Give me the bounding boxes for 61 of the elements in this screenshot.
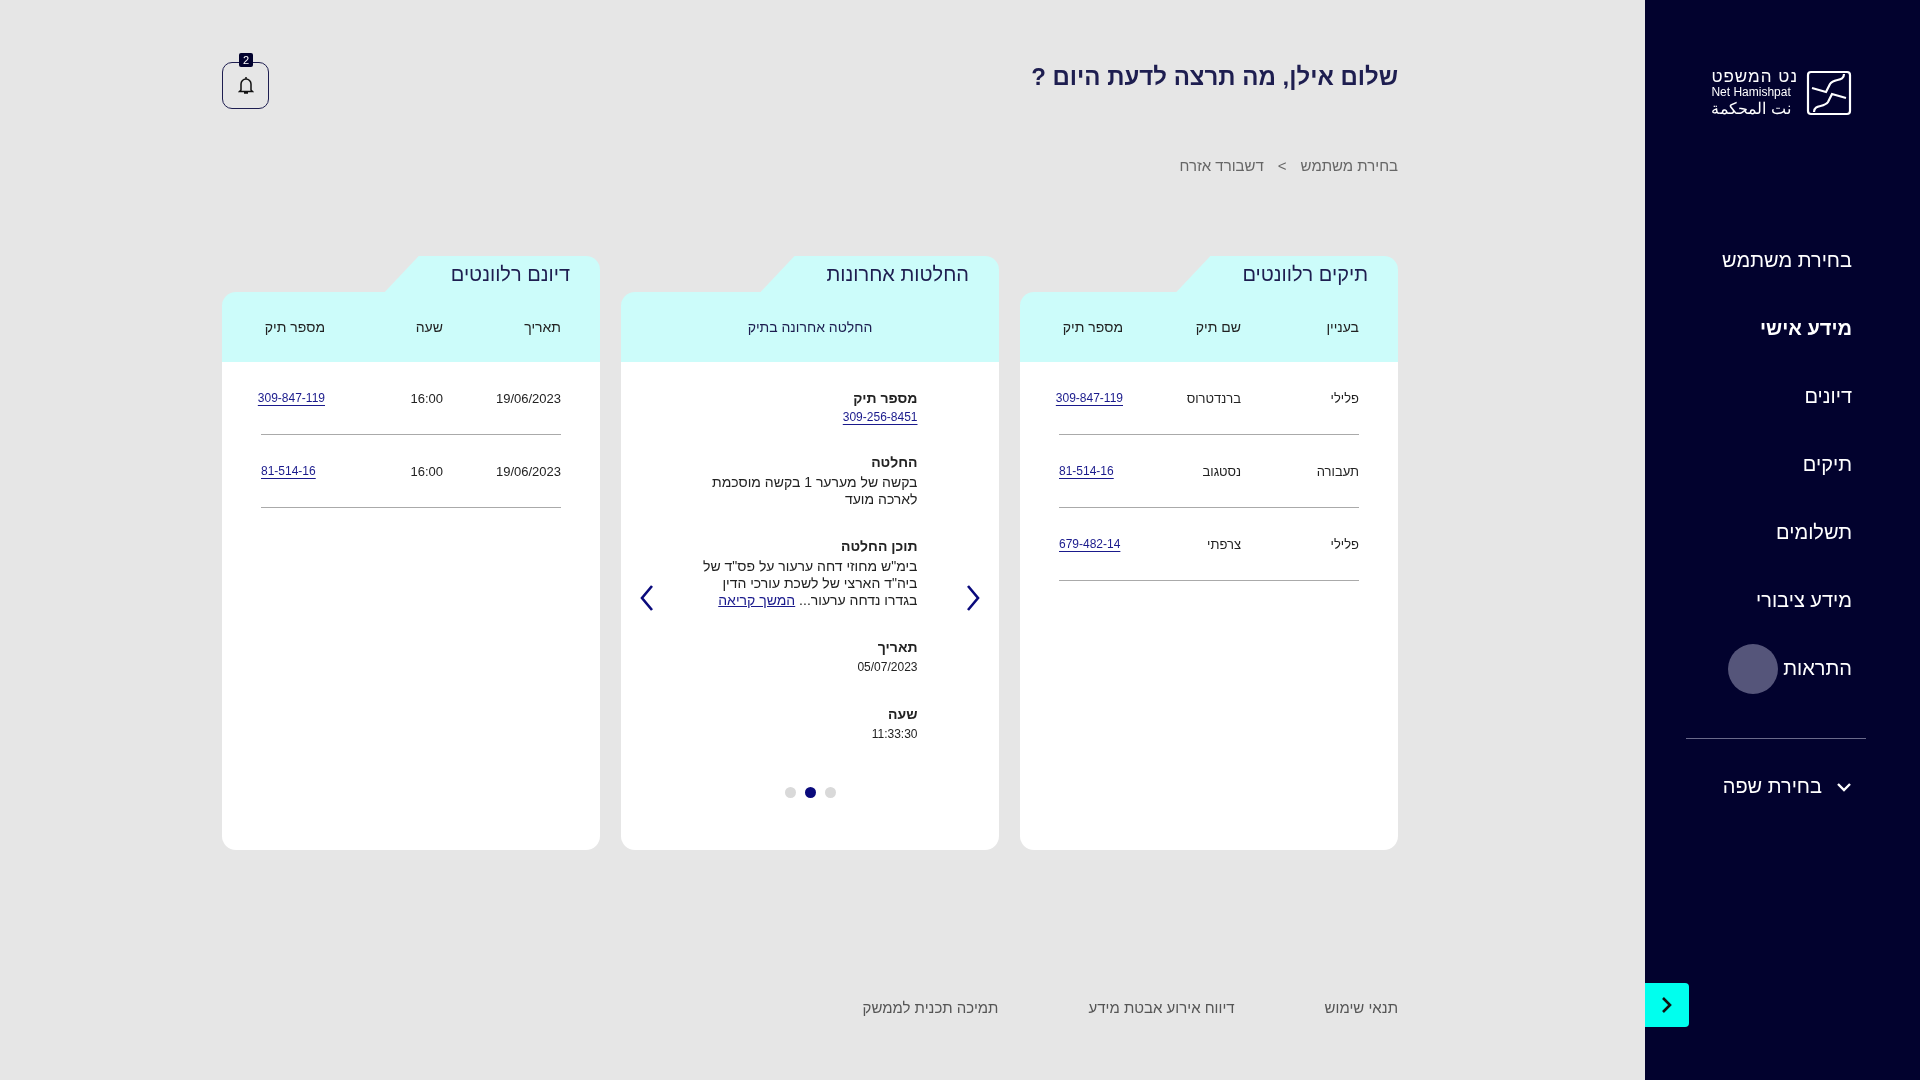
nav-item[interactable]: תיקים — [1802, 450, 1852, 478]
case-number-link[interactable]: 309-847-119 — [257, 391, 325, 405]
nav-item[interactable]: דיונים — [1804, 382, 1852, 410]
breadcrumb-link[interactable]: דשבורד אזרח — [1179, 157, 1264, 174]
chevron-down-icon — [1836, 781, 1852, 792]
field-label: תאריך — [877, 639, 918, 655]
table-cell: פלילי — [1330, 536, 1359, 552]
chevron-right-icon — [1661, 996, 1673, 1014]
field-value: בקשה של מערער 1 בקשה מוסכמת לארכה מועד — [711, 474, 918, 508]
nav-item[interactable]: בחירת משתמש — [1722, 246, 1852, 274]
table-cell: 19/06/2023 — [495, 463, 561, 479]
field-label: תוכן החלטה — [841, 538, 918, 554]
page-title: שלום אילן, מה תרצה לדעת היום ? — [1031, 63, 1398, 91]
case-number-link[interactable]: 81-514-16 — [261, 464, 316, 478]
bell-icon — [237, 76, 254, 95]
card-title: החלטות אחרונות — [760, 256, 999, 292]
footer-link[interactable]: תנאי שימוש — [1324, 999, 1398, 1016]
logo-icon — [1806, 70, 1852, 116]
column-header: בעניין — [1326, 319, 1359, 335]
table-cell: צרפתי — [1207, 536, 1241, 552]
case-number-link[interactable]: 309-847-119 — [1055, 391, 1123, 405]
sidebar-toggle-button[interactable] — [1645, 983, 1689, 1027]
table-cell: תעבורה — [1316, 463, 1359, 479]
card-title: תיקים רלוונטים — [1176, 256, 1398, 292]
case-number-link[interactable]: 81-514-16 — [1059, 464, 1114, 478]
column-header: שם תיק — [1195, 319, 1241, 335]
table-cell: נסטגוב — [1202, 463, 1241, 479]
carousel-dot[interactable] — [804, 787, 816, 798]
read-more-link[interactable]: המשך קריאה — [718, 592, 796, 608]
field-label: שעה — [888, 706, 918, 722]
footer-link[interactable]: דיווח אירוע אבטת מידע — [1088, 999, 1235, 1016]
footer-link[interactable]: תמיכה תכנית לממשק — [862, 999, 999, 1016]
card-subtitle: החלטה אחרונה בתיק — [747, 319, 873, 335]
nav-item[interactable]: התראות — [1783, 654, 1852, 682]
breadcrumb-separator: > — [1277, 157, 1287, 174]
card-title: דיונם רלוונטים — [384, 256, 600, 292]
case-number-link[interactable]: 309-256-8451 — [842, 410, 918, 424]
column-header: שעה — [415, 319, 443, 335]
nav-item[interactable]: תשלומים — [1776, 518, 1852, 546]
column-header: מספר תיק — [264, 319, 325, 335]
field-label: החלטה — [871, 454, 918, 470]
table-cell: ברנדטרוס — [1186, 390, 1241, 406]
table-cell: פלילי — [1330, 390, 1359, 406]
field-value: 11:33:30 — [871, 726, 918, 743]
field-value: בימ"ש מחוזי דחה ערעור על פס"ד של ביה"ד הארצי של לשכת עורכי הדין בגדרו נדחה ערעור... המשך קריאה — [702, 558, 918, 609]
table-cell: 16:00 — [410, 390, 443, 406]
pointer-circle — [1728, 644, 1778, 694]
column-header: מספר תיק — [1062, 319, 1123, 335]
field-label: מספר תיק — [853, 390, 918, 406]
breadcrumb-link[interactable]: בחירת משתמש — [1300, 157, 1398, 174]
field-value: 05/07/2023 — [857, 659, 918, 676]
carousel-dot[interactable] — [824, 787, 836, 798]
nav-item[interactable]: מידע אישי — [1760, 314, 1852, 342]
table-cell: 19/06/2023 — [495, 390, 561, 406]
column-header: תאריך — [524, 319, 561, 335]
language-dropdown[interactable]: בחירת שפה — [1722, 775, 1852, 798]
table-cell: 16:00 — [410, 463, 443, 479]
notification-count: 2 — [239, 53, 253, 67]
carousel-dot[interactable] — [784, 787, 796, 798]
nav-item[interactable]: מידע ציבורי — [1756, 586, 1852, 614]
case-number-link[interactable]: 679-482-14 — [1059, 537, 1121, 551]
